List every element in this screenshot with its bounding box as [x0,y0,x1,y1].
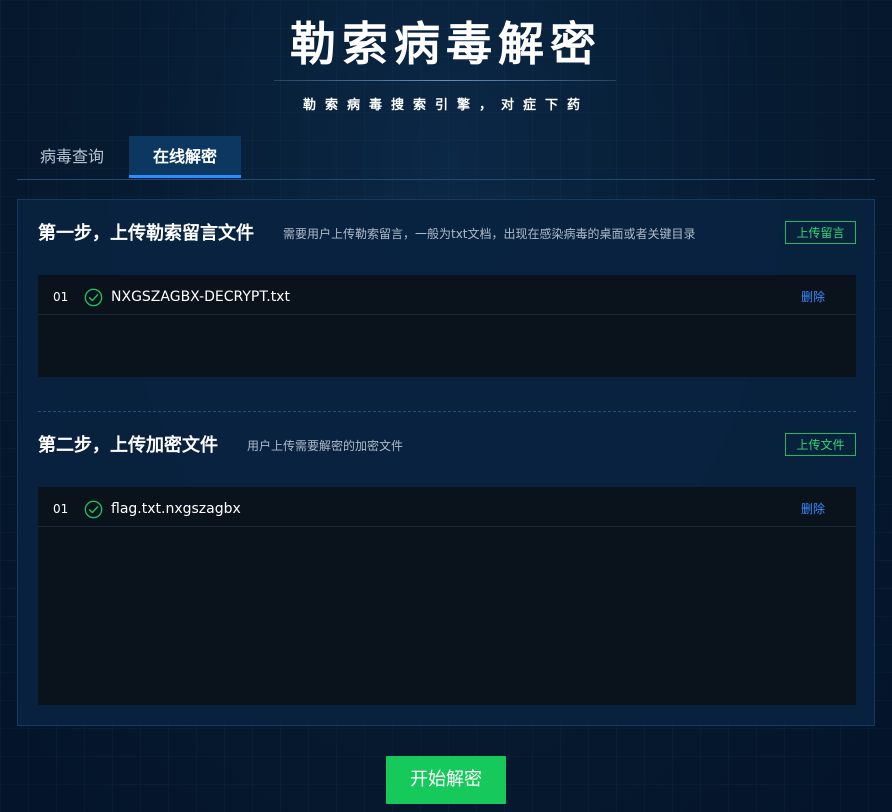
delete-file-link[interactable]: 删除 [801,487,825,531]
page: 勒索病毒解密 勒索病毒搜索引擎，对症下药 病毒查询 在线解密 第一步，上传勒索留… [0,0,892,812]
upload-note-button[interactable]: 上传留言 [785,221,856,244]
tab-online-decrypt[interactable]: 在线解密 [129,136,241,178]
header: 勒索病毒解密 勒索病毒搜索引擎，对症下药 [0,0,892,130]
step-title: 第二步，上传加密文件 [38,435,218,456]
file-list: 01 NXGSZAGBX-DECRYPT.txt 删除 [38,275,856,377]
file-index: 01 [53,502,69,516]
delete-file-link[interactable]: 删除 [801,275,825,319]
tab-bar: 病毒查询 在线解密 [17,136,875,180]
file-name: NXGSZAGBX-DECRYPT.txt [111,289,290,305]
title-divider [274,80,616,81]
start-decrypt-button[interactable]: 开始解密 [386,756,506,804]
upload-file-button[interactable]: 上传文件 [785,433,856,456]
check-circle-icon [84,288,103,307]
file-name: flag.txt.nxgszagbx [111,501,241,517]
step-title: 第一步，上传勒索留言文件 [38,223,254,244]
file-row: 01 NXGSZAGBX-DECRYPT.txt 删除 [38,275,856,315]
step-description: 用户上传需要解密的加密文件 [247,439,404,453]
step-description: 需要用户上传勒索留言，一般为txt文档，出现在感染病毒的桌面或者关键目录 [283,227,696,241]
page-title: 勒索病毒解密 [290,17,602,71]
check-circle-icon [84,500,103,519]
file-row: 01 flag.txt.nxgszagbx 删除 [38,487,856,527]
decrypt-panel: 第一步，上传勒索留言文件 需要用户上传勒索留言，一般为txt文档，出现在感染病毒… [17,199,875,726]
tab-virus-query[interactable]: 病毒查询 [17,136,127,178]
file-index: 01 [53,290,69,304]
step-divider [38,411,856,412]
file-list: 01 flag.txt.nxgszagbx 删除 [38,487,856,705]
page-subtitle: 勒索病毒搜索引擎，对症下药 [302,98,589,113]
